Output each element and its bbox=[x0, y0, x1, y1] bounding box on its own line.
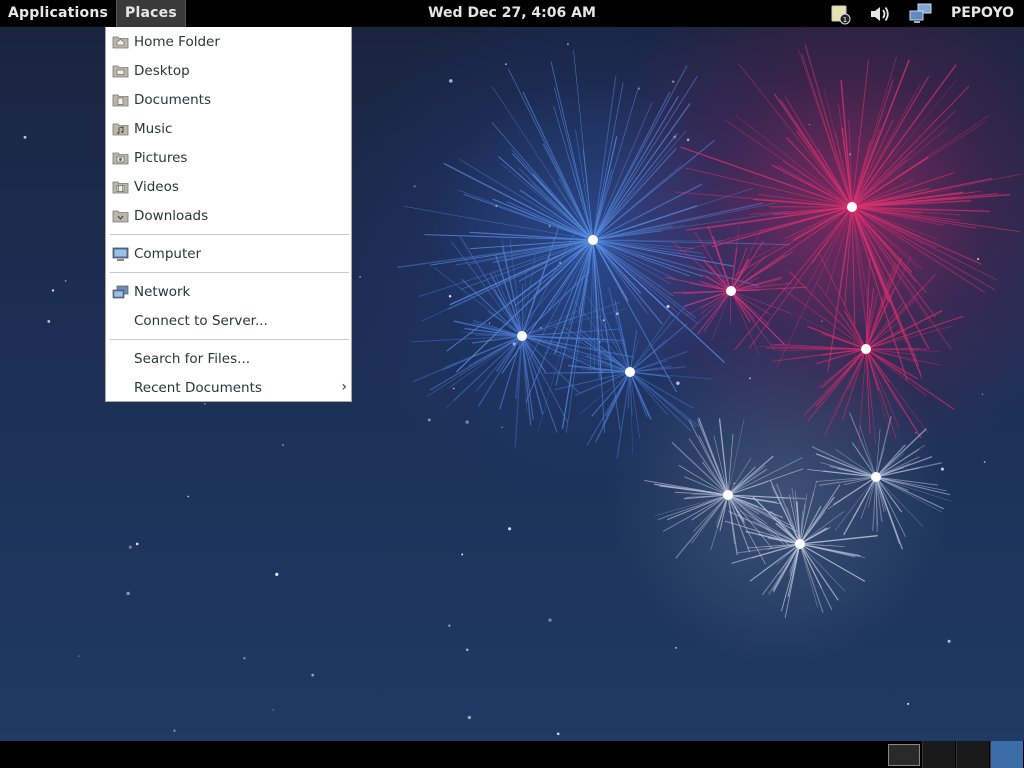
pictures-folder-icon bbox=[112, 150, 130, 166]
menu-item-recent-documents[interactable]: Recent Documents › bbox=[106, 375, 351, 401]
menu-item-label: Documents bbox=[134, 92, 211, 108]
menu-item-connect-to-server[interactable]: Connect to Server... bbox=[106, 308, 351, 334]
applications-menu[interactable]: Applications bbox=[0, 0, 116, 27]
menu-item-label: Downloads bbox=[134, 208, 209, 224]
workspace-1[interactable] bbox=[888, 744, 920, 766]
firework-burst bbox=[411, 225, 634, 448]
clock[interactable]: Wed Dec 27, 4:06 AM bbox=[428, 5, 596, 21]
videos-folder-icon bbox=[112, 179, 130, 195]
music-folder-icon bbox=[112, 121, 130, 137]
menu-item-label: Videos bbox=[134, 179, 179, 195]
menu-item-videos[interactable]: Videos bbox=[106, 174, 351, 200]
network-icon bbox=[112, 284, 130, 300]
menu-item-label: Recent Documents bbox=[134, 380, 262, 396]
documents-folder-icon bbox=[112, 92, 130, 108]
downloads-folder-icon bbox=[112, 208, 130, 224]
menu-item-label: Computer bbox=[134, 246, 202, 262]
firework-burst bbox=[644, 417, 806, 565]
home-folder-icon bbox=[112, 34, 130, 50]
menu-item-downloads[interactable]: Downloads bbox=[106, 203, 351, 229]
menu-item-label: Home Folder bbox=[134, 34, 220, 50]
bottom-panel bbox=[0, 741, 1024, 768]
firework-burst bbox=[807, 412, 952, 550]
menu-item-computer[interactable]: Computer bbox=[106, 241, 351, 267]
menu-item-label: Pictures bbox=[134, 150, 188, 166]
menu-item-search-for-files[interactable]: Search for Files... bbox=[106, 346, 351, 372]
menu-separator bbox=[110, 234, 349, 235]
top-panel: Applications Places Wed Dec 27, 4:06 AM … bbox=[0, 0, 1024, 27]
menu-item-label: Search for Files... bbox=[134, 351, 251, 367]
user-menu[interactable]: PEPOYO bbox=[941, 0, 1024, 27]
workspace-4[interactable] bbox=[990, 741, 1023, 768]
notification-icon[interactable]: 1 bbox=[821, 0, 861, 27]
svg-text:1: 1 bbox=[843, 16, 847, 24]
computer-icon bbox=[112, 246, 130, 262]
menu-item-desktop[interactable]: Desktop bbox=[106, 58, 351, 84]
desktop-folder-icon bbox=[112, 63, 130, 79]
chevron-right-icon: › bbox=[341, 379, 347, 395]
menu-item-music[interactable]: Music bbox=[106, 116, 351, 142]
workspace-3[interactable] bbox=[956, 741, 989, 768]
workspace-2[interactable] bbox=[922, 741, 955, 768]
menu-item-home-folder[interactable]: Home Folder bbox=[106, 29, 351, 55]
menu-separator bbox=[110, 339, 349, 340]
menu-separator bbox=[110, 272, 349, 273]
places-dropdown: Home Folder Desktop Documents Music Pict… bbox=[105, 27, 352, 402]
menu-item-pictures[interactable]: Pictures bbox=[106, 145, 351, 171]
volume-icon[interactable] bbox=[861, 0, 901, 27]
menu-item-label: Music bbox=[134, 121, 173, 137]
places-menu-button[interactable]: Places bbox=[116, 0, 186, 27]
menu-item-label: Desktop bbox=[134, 63, 190, 79]
menu-item-label: Network bbox=[134, 284, 191, 300]
system-tray: 1 PEPOYO bbox=[821, 0, 1024, 27]
menu-item-network[interactable]: Network bbox=[106, 279, 351, 305]
menu-item-documents[interactable]: Documents bbox=[106, 87, 351, 113]
network-icon[interactable] bbox=[901, 0, 941, 27]
menu-item-label: Connect to Server... bbox=[134, 313, 268, 329]
